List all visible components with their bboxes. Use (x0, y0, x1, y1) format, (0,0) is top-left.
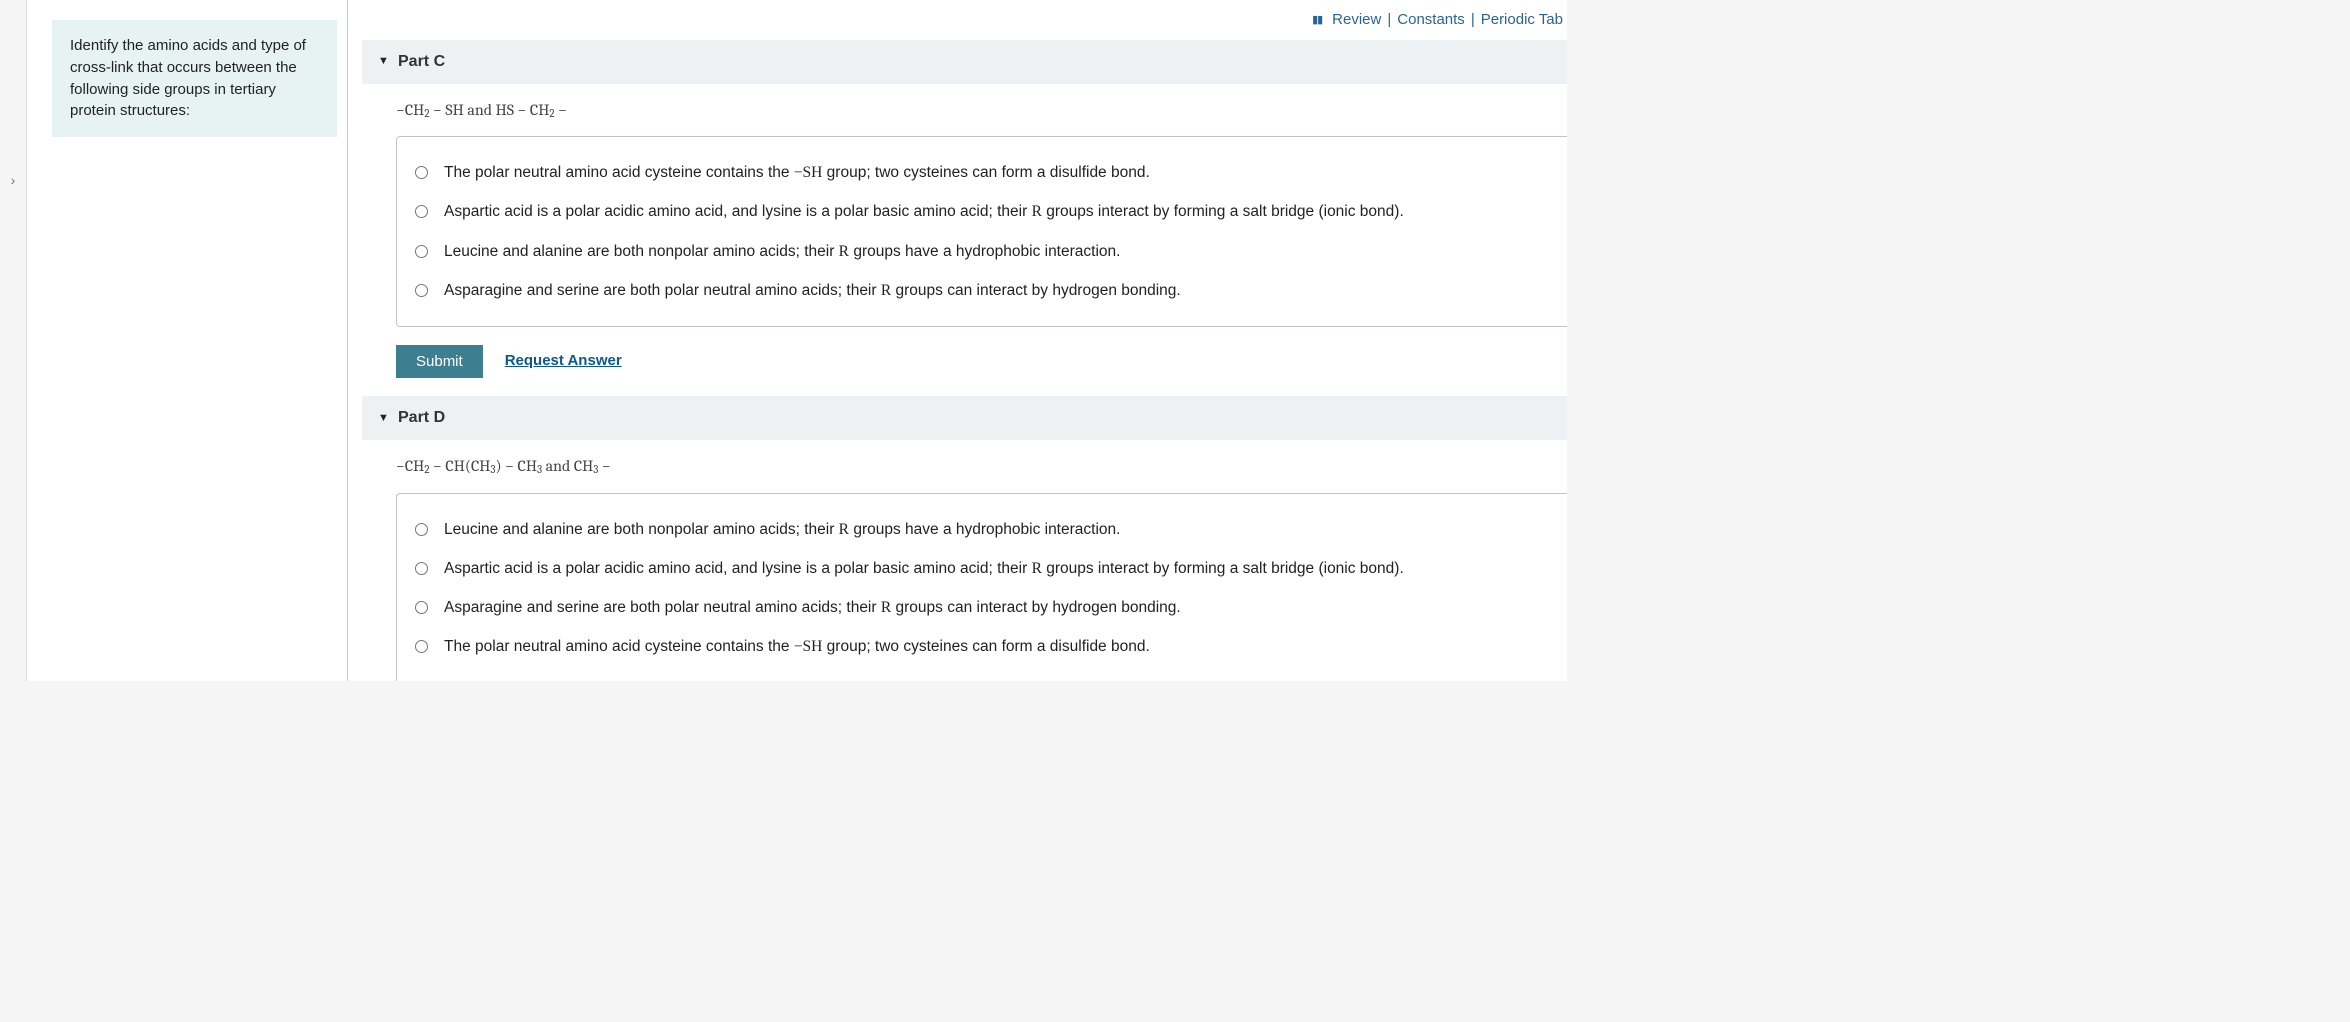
option-row[interactable]: Aspartic acid is a polar acidic amino ac… (415, 549, 1547, 588)
radio-input[interactable] (415, 205, 428, 218)
main-column: ▮▮ Review | Constants | Periodic Tab ▼ P… (348, 0, 1567, 681)
separator: | (1387, 9, 1391, 32)
left-column: Identify the amino acids and type of cro… (27, 0, 348, 681)
periodic-link[interactable]: Periodic Tab (1481, 9, 1563, 32)
separator: | (1471, 9, 1475, 32)
option-text: Aspartic acid is a polar acidic amino ac… (444, 200, 1404, 223)
radio-input[interactable] (415, 166, 428, 179)
option-text: Asparagine and serine are both polar neu… (444, 596, 1181, 619)
radio-input[interactable] (415, 284, 428, 297)
top-links: ▮▮ Review | Constants | Periodic Tab (348, 3, 1567, 40)
bar-chart-icon: ▮▮ (1312, 12, 1322, 29)
expand-chevron-icon[interactable]: › (11, 170, 16, 191)
option-row[interactable]: Leucine and alanine are both nonpolar am… (415, 232, 1547, 271)
option-row[interactable]: Aspartic acid is a polar acidic amino ac… (415, 192, 1547, 231)
option-row[interactable]: Asparagine and serine are both polar neu… (415, 588, 1547, 627)
options-box-d: Leucine and alanine are both nonpolar am… (396, 493, 1567, 682)
request-answer-link[interactable]: Request Answer (505, 350, 622, 373)
part-label: Part C (398, 50, 445, 74)
radio-input[interactable] (415, 640, 428, 653)
page-wrap: › Identify the amino acids and type of c… (0, 0, 1567, 681)
collapse-arrow-icon: ▼ (378, 410, 386, 427)
radio-input[interactable] (415, 601, 428, 614)
option-row[interactable]: Asparagine and serine are both polar neu… (415, 271, 1547, 310)
option-text: Leucine and alanine are both nonpolar am… (444, 518, 1120, 541)
option-text: Aspartic acid is a polar acidic amino ac… (444, 557, 1404, 580)
part-header-d[interactable]: ▼ Part D (362, 396, 1567, 440)
option-row[interactable]: Leucine and alanine are both nonpolar am… (415, 510, 1547, 549)
option-text: Asparagine and serine are both polar neu… (444, 279, 1181, 302)
constants-link[interactable]: Constants (1397, 9, 1465, 32)
part-header-c[interactable]: ▼ Part C (362, 40, 1567, 84)
part-label: Part D (398, 406, 445, 430)
option-row[interactable]: The polar neutral amino acid cysteine co… (415, 153, 1547, 192)
radio-input[interactable] (415, 562, 428, 575)
submit-button[interactable]: Submit (396, 345, 483, 378)
formula-c: −CH2 − SH and HS − CH2 − (396, 98, 1567, 123)
collapse-arrow-icon: ▼ (378, 53, 386, 70)
radio-input[interactable] (415, 245, 428, 258)
radio-input[interactable] (415, 523, 428, 536)
instruction-box: Identify the amino acids and type of cro… (52, 20, 337, 137)
actions-c: Submit Request Answer (396, 345, 1567, 378)
options-box-c: The polar neutral amino acid cysteine co… (396, 136, 1567, 327)
option-text: The polar neutral amino acid cysteine co… (444, 161, 1150, 184)
formula-d: −CH2 − CH(CH3) − CH3 and CH3 − (396, 454, 1567, 479)
option-row[interactable]: The polar neutral amino acid cysteine co… (415, 627, 1547, 666)
option-text: The polar neutral amino acid cysteine co… (444, 635, 1150, 658)
side-rail: › (0, 0, 27, 681)
option-text: Leucine and alanine are both nonpolar am… (444, 240, 1120, 263)
review-link[interactable]: Review (1332, 9, 1381, 32)
